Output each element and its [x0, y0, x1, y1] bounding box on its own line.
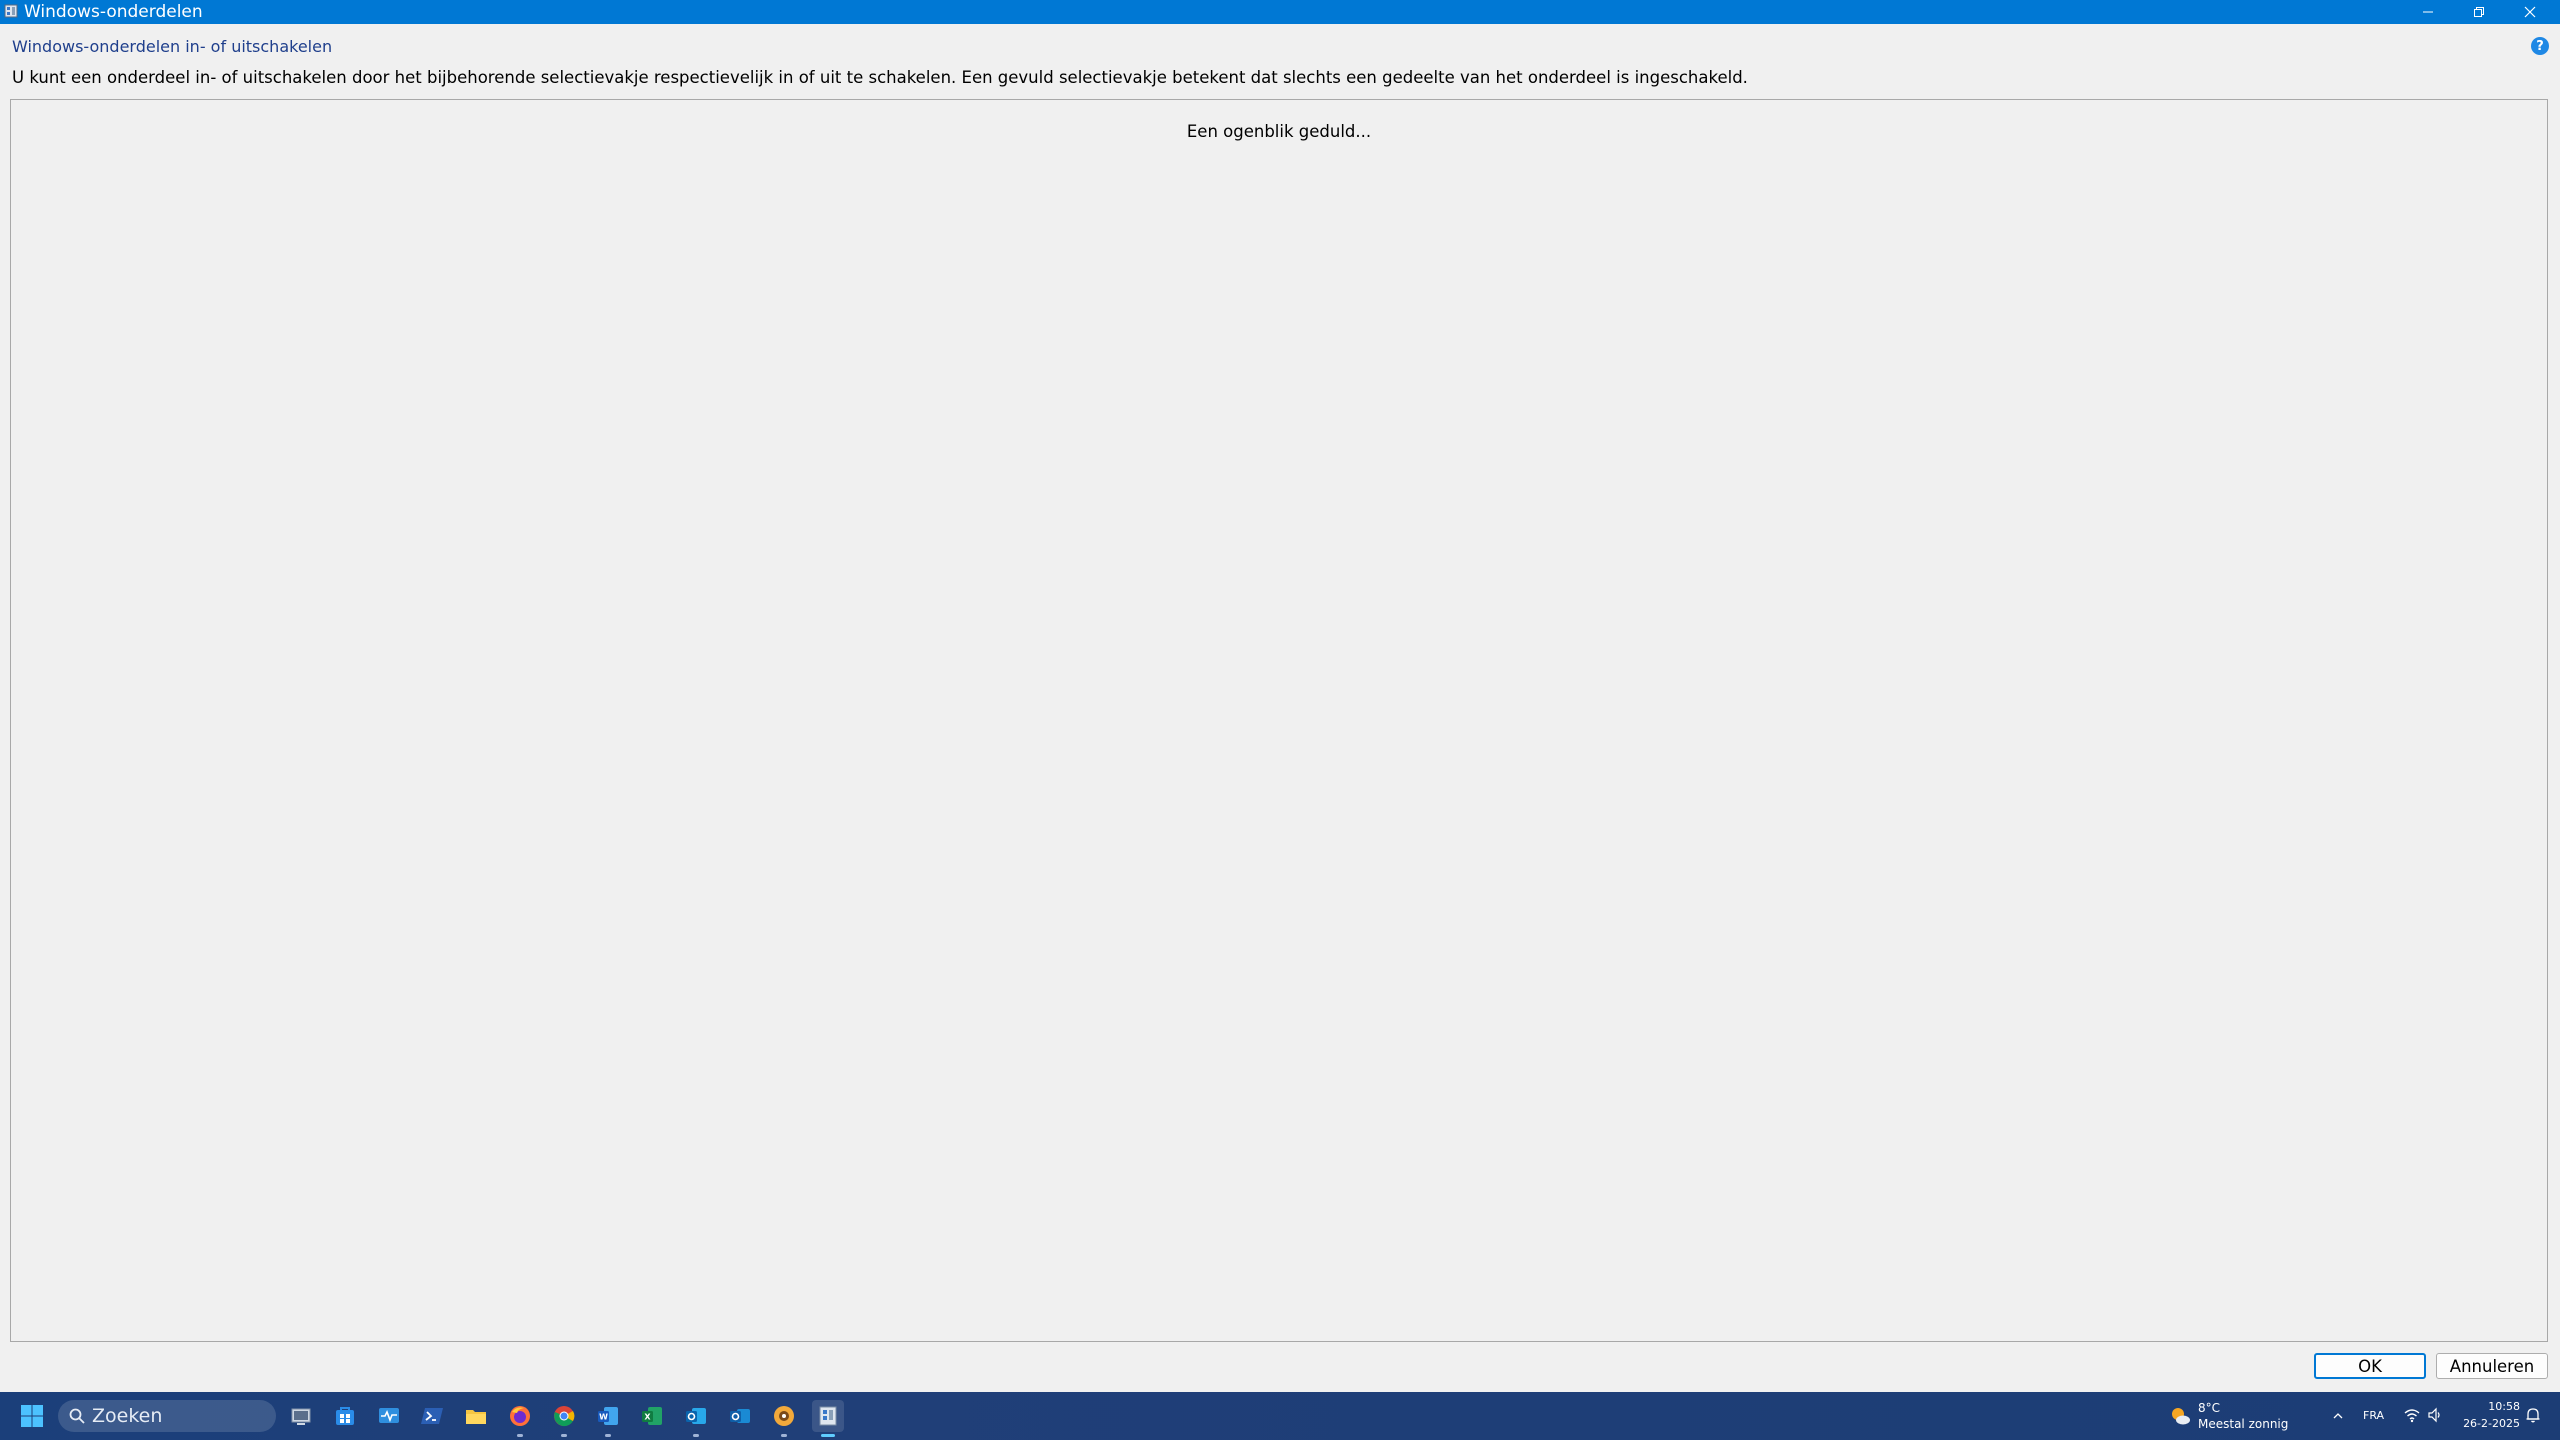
taskbar-app-excel[interactable]: X	[636, 1400, 668, 1432]
excel-icon: X	[642, 1407, 662, 1425]
firefox-icon	[510, 1406, 530, 1426]
taskbar-app-explorer[interactable]	[460, 1400, 492, 1432]
outlook-new-icon	[730, 1409, 750, 1423]
running-indicator	[605, 1434, 611, 1437]
show-hidden-icons-button[interactable]	[2328, 1406, 2348, 1426]
powershell-icon	[421, 1408, 443, 1424]
loading-text: Een ogenblik geduld...	[1186, 122, 1372, 141]
partly-sunny-icon	[2172, 1408, 2190, 1425]
taskbar-app-outlook-new[interactable]	[724, 1400, 756, 1432]
minimize-icon	[2423, 11, 2433, 13]
features-tree-panel[interactable]: Een ogenblik geduld...	[10, 99, 2548, 1342]
clock-time[interactable]: 10:58	[2488, 1400, 2520, 1413]
running-indicator	[781, 1434, 787, 1437]
page-heading: Windows-onderdelen in- of uitschakelen	[12, 37, 333, 56]
windows-logo-icon	[21, 1405, 43, 1427]
close-icon	[2524, 6, 2536, 18]
volume-control[interactable]	[2426, 1406, 2444, 1424]
windows-features-icon	[819, 1406, 837, 1426]
cancel-button[interactable]: Annuleren	[2436, 1353, 2548, 1379]
taskbar-app-store[interactable]	[329, 1400, 361, 1432]
svg-text:X: X	[644, 1413, 651, 1422]
speaker-icon	[2428, 1407, 2440, 1423]
monitor-app-icon	[379, 1408, 399, 1423]
title-bar: Windows-onderdelen	[0, 0, 2560, 24]
store-icon	[336, 1407, 354, 1425]
close-button[interactable]	[2505, 0, 2555, 24]
taskbar-app-powershell[interactable]	[416, 1400, 448, 1432]
search-icon	[69, 1408, 85, 1424]
taskbar-app-file-manager[interactable]	[285, 1400, 317, 1432]
active-indicator	[821, 1434, 835, 1437]
search-placeholder: Zoeken	[92, 1405, 163, 1427]
taskbar-app-misc[interactable]	[768, 1400, 800, 1437]
taskbar-search[interactable]: Zoeken	[58, 1400, 276, 1432]
ok-button[interactable]: OK	[2314, 1353, 2426, 1379]
running-indicator	[517, 1434, 523, 1437]
outlook-classic-icon	[686, 1408, 706, 1424]
notifications-button[interactable]	[2524, 1406, 2542, 1424]
weather-widget[interactable]	[2168, 1404, 2192, 1428]
weather-temperature: 8°C	[2198, 1401, 2221, 1415]
taskbar-app-windows-features[interactable]	[812, 1400, 844, 1437]
taskbar-app-monitor[interactable]	[373, 1400, 405, 1432]
taskbar: Zoeken W X 8°C Meestal zonnig FRA 10:58 …	[0, 1392, 2560, 1440]
app-icon	[774, 1406, 794, 1426]
taskbar-app-outlook-classic[interactable]	[680, 1400, 712, 1437]
description-text: U kunt een onderdeel in- of uitschakelen…	[12, 68, 1748, 87]
file-explorer-icon	[466, 1410, 486, 1424]
help-icon[interactable]: ?	[2531, 37, 2549, 55]
running-indicator	[561, 1434, 567, 1437]
running-indicator	[693, 1434, 699, 1437]
restore-icon	[2474, 7, 2484, 17]
taskbar-app-firefox[interactable]	[504, 1400, 536, 1437]
input-language[interactable]: FRA	[2363, 1409, 2384, 1422]
restore-button[interactable]	[2454, 0, 2504, 24]
clock-date[interactable]: 26-2-2025	[2459, 1417, 2520, 1430]
weather-description: Meestal zonnig	[2198, 1417, 2289, 1431]
minimize-button[interactable]	[2403, 0, 2453, 24]
svg-text:W: W	[599, 1413, 608, 1422]
word-icon: W	[598, 1407, 618, 1425]
network-status[interactable]	[2403, 1406, 2421, 1424]
window-app-icon	[4, 4, 18, 18]
window-title: Windows-onderdelen	[24, 2, 203, 22]
chevron-up-icon	[2333, 1413, 2343, 1419]
wifi-icon	[2404, 1409, 2420, 1423]
chrome-icon	[554, 1406, 575, 1427]
taskbar-app-word[interactable]: W	[592, 1400, 624, 1437]
taskbar-app-chrome[interactable]	[548, 1400, 580, 1437]
notification-bell-icon	[2526, 1408, 2540, 1423]
start-button[interactable]	[16, 1400, 48, 1432]
file-manager-icon	[291, 1408, 311, 1425]
